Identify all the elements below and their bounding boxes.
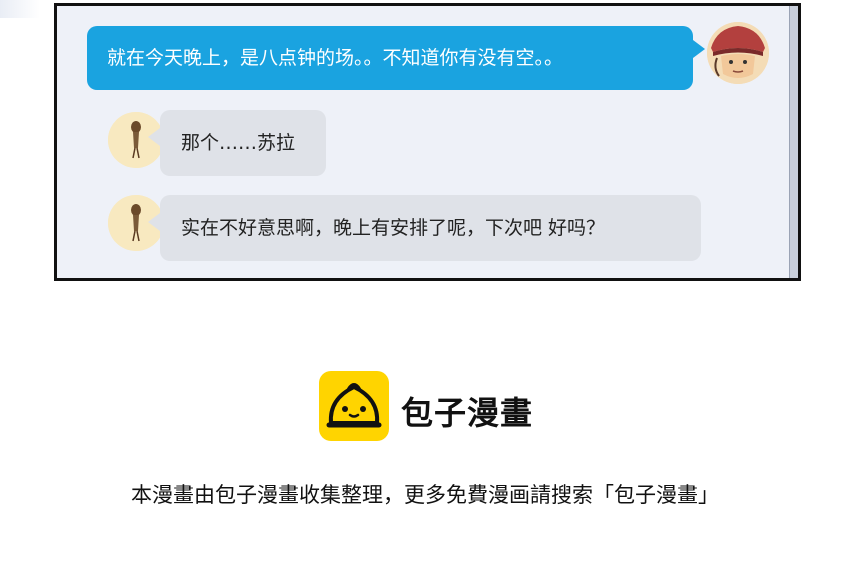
brand-logo <box>319 371 389 441</box>
chat-bubble-incoming: 实在不好意思啊，晚上有安排了呢，下次吧 好吗？ <box>160 195 701 261</box>
chat-scrollbar[interactable] <box>789 6 798 278</box>
top-left-sliver <box>0 0 40 18</box>
bubble-tail <box>148 213 160 231</box>
brand-name: 包子漫畫 <box>401 394 534 432</box>
chat-bubble-outgoing: 就在今天晚上，是八点钟的场。。不知道你有没有空。。 <box>87 26 693 90</box>
bubble-tail <box>148 128 160 146</box>
message-text: 实在不好意思啊，晚上有安排了呢，下次吧 好吗？ <box>181 216 606 239</box>
avatar-self-portrait-icon <box>707 22 769 84</box>
bubble-tail <box>693 40 705 58</box>
chat-bubble-incoming: 那个……苏拉 <box>160 110 326 176</box>
steamed-bun-icon <box>326 383 382 428</box>
message-text: 那个……苏拉 <box>181 131 296 154</box>
footer-notice: 本漫畫由包子漫畫收集整理，更多免費漫画請搜索「包子漫畫」 <box>131 483 719 507</box>
chat-window: 就在今天晚上，是八点钟的场。。不知道你有没有空。。 那个……苏拉 实在不好意思啊… <box>54 3 801 281</box>
avatar-self[interactable] <box>707 22 769 84</box>
message-text: 就在今天晚上，是八点钟的场。。不知道你有没有空。。 <box>107 46 564 69</box>
